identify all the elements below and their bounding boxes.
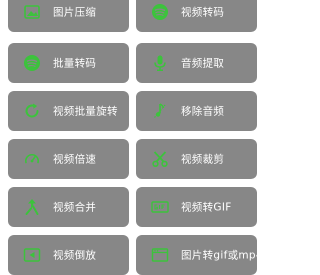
microphone-icon [151,54,169,72]
remove-audio-icon [151,102,169,120]
tool-label: 图片转gif或mp4 [181,249,257,262]
image-convert-icon [151,246,169,264]
tool-grid: 图片压缩 视频转码 批量转码 音频提取 视频批量旋转 移除音频 视频倍速 视频裁… [0,0,265,275]
tool-label: 音频提取 [181,57,225,70]
reverse-play-icon [23,246,41,264]
tool-audio-extract[interactable]: 音频提取 [136,43,257,83]
tool-video-speed[interactable]: 视频倍速 [8,139,129,179]
spotify-icon [151,3,169,21]
tool-image-compress[interactable]: 图片压缩 [8,0,129,32]
tool-label: 视频转码 [181,6,225,19]
spotify-icon [23,54,41,72]
gif-icon [151,198,169,216]
scissors-icon [151,150,169,168]
tool-label: 视频倍速 [53,153,97,166]
rotate-icon [23,102,41,120]
tool-label: 视频倒放 [53,249,97,262]
tool-label: 批量转码 [53,57,97,70]
tool-video-transcode[interactable]: 视频转码 [136,0,257,32]
tool-video-to-gif[interactable]: 视频转GIF [136,187,257,227]
tool-label: 移除音频 [181,105,225,118]
tool-label: 图片压缩 [53,6,97,19]
tool-image-to-gif-mp4[interactable]: 图片转gif或mp4 [136,235,257,275]
tool-batch-rotate[interactable]: 视频批量旋转 [8,91,129,131]
image-icon [23,3,41,21]
tool-remove-audio[interactable]: 移除音频 [136,91,257,131]
tool-label: 视频裁剪 [181,153,225,166]
tool-label: 视频批量旋转 [53,105,118,118]
tool-video-merge[interactable]: 视频合并 [8,187,129,227]
tool-video-reverse[interactable]: 视频倒放 [8,235,129,275]
tool-label: 视频合并 [53,201,97,214]
tool-batch-transcode[interactable]: 批量转码 [8,43,129,83]
tool-video-crop[interactable]: 视频裁剪 [136,139,257,179]
tool-label: 视频转GIF [181,201,232,214]
merge-icon [23,198,41,216]
speedometer-icon [23,150,41,168]
